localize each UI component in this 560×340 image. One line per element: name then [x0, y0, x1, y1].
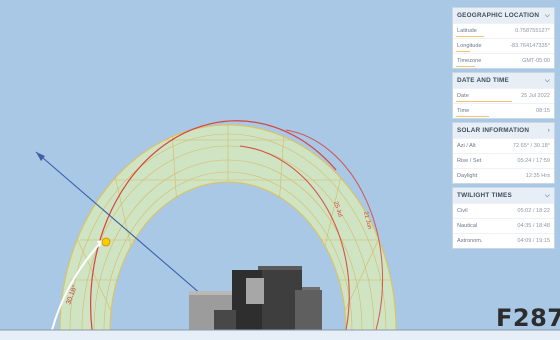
row-value: -83.764147335°	[510, 43, 550, 49]
info-panel: GEOGRAPHIC LOCATION ⌵ Latitude 0.7587551…	[452, 7, 555, 249]
row-value: 12:35 Hrs	[525, 173, 550, 179]
timezone-row[interactable]: Timezone GMT-05:00	[453, 53, 554, 68]
row-value: 25 Jul 2022	[521, 93, 550, 99]
sun-marker[interactable]	[101, 237, 111, 247]
row-label: Civil	[457, 208, 468, 214]
chevron-down-icon[interactable]: ⌵	[545, 192, 550, 200]
chevron-down-icon[interactable]: ⌵	[545, 77, 550, 85]
value-slider[interactable]	[456, 65, 475, 67]
azimuth-altitude-row: Azi / Alt 72.65° / 30.18°	[453, 138, 554, 153]
section-title: DATE AND TIME	[457, 77, 509, 84]
civil-twilight-row: Civil 05:02 / 18:22	[453, 203, 554, 218]
value-slider[interactable]	[456, 115, 489, 117]
row-value: 08:15	[536, 108, 550, 114]
ground-plane	[0, 330, 560, 340]
watermark-text: F287	[496, 304, 560, 332]
solar-information-header[interactable]: SOLAR INFORMATION ›	[453, 123, 554, 138]
date-row[interactable]: Date 25 Jul 2022	[453, 88, 554, 103]
row-value: 05:02 / 18:22	[517, 208, 550, 214]
section-title: GEOGRAPHIC LOCATION	[457, 12, 540, 19]
geographic-location-header[interactable]: GEOGRAPHIC LOCATION ⌵	[453, 8, 554, 23]
chevron-down-icon[interactable]: ⌵	[545, 12, 550, 20]
row-label: Time	[457, 108, 470, 114]
row-value: 72.65° / 30.18°	[512, 143, 550, 149]
astronomical-twilight-row: Astronom. 04:09 / 19:15	[453, 233, 554, 248]
date-time-header[interactable]: DATE AND TIME ⌵	[453, 73, 554, 88]
row-value: 04:09 / 19:15	[517, 238, 550, 244]
nautical-twilight-row: Nautical 04:35 / 18:48	[453, 218, 554, 233]
geographic-location-section: GEOGRAPHIC LOCATION ⌵ Latitude 0.7587551…	[452, 7, 555, 69]
value-slider[interactable]	[456, 50, 471, 52]
latitude-row[interactable]: Latitude 0.758755127°	[453, 23, 554, 38]
row-label: Rise / Set	[457, 158, 482, 164]
azimuth-arrowhead	[36, 152, 45, 161]
longitude-row[interactable]: Longitude -83.764147335°	[453, 38, 554, 53]
row-label: Timezone	[457, 58, 482, 64]
value-slider[interactable]	[456, 35, 485, 37]
row-value: GMT-05:00	[522, 58, 550, 64]
date-time-section: DATE AND TIME ⌵ Date 25 Jul 2022 Time 08…	[452, 72, 555, 119]
section-title: TWILIGHT TIMES	[457, 192, 512, 199]
row-label: Latitude	[457, 28, 477, 34]
row-label: Daylight	[457, 173, 478, 179]
rise-set-row: Rise / Set 05:24 / 17:59	[453, 153, 554, 168]
row-label: Date	[457, 93, 469, 99]
twilight-times-header[interactable]: TWILIGHT TIMES ⌵	[453, 188, 554, 203]
row-value: 0.758755127°	[515, 28, 550, 34]
building-model[interactable]	[189, 266, 322, 330]
chevron-right-icon[interactable]: ›	[548, 127, 550, 134]
solar-information-section: SOLAR INFORMATION › Azi / Alt 72.65° / 3…	[452, 122, 555, 184]
row-label: Nautical	[457, 223, 478, 229]
row-value: 05:24 / 17:59	[517, 158, 550, 164]
value-slider[interactable]	[456, 100, 513, 102]
time-row[interactable]: Time 08:15	[453, 103, 554, 118]
row-label: Longitude	[457, 43, 482, 49]
section-title: SOLAR INFORMATION	[457, 127, 530, 134]
row-label: Astronom.	[457, 238, 483, 244]
twilight-times-section: TWILIGHT TIMES ⌵ Civil 05:02 / 18:22 Nau…	[452, 187, 555, 249]
row-value: 04:35 / 18:48	[517, 223, 550, 229]
row-label: Azi / Alt	[457, 143, 476, 149]
daylight-row: Daylight 12:35 Hrs	[453, 168, 554, 183]
